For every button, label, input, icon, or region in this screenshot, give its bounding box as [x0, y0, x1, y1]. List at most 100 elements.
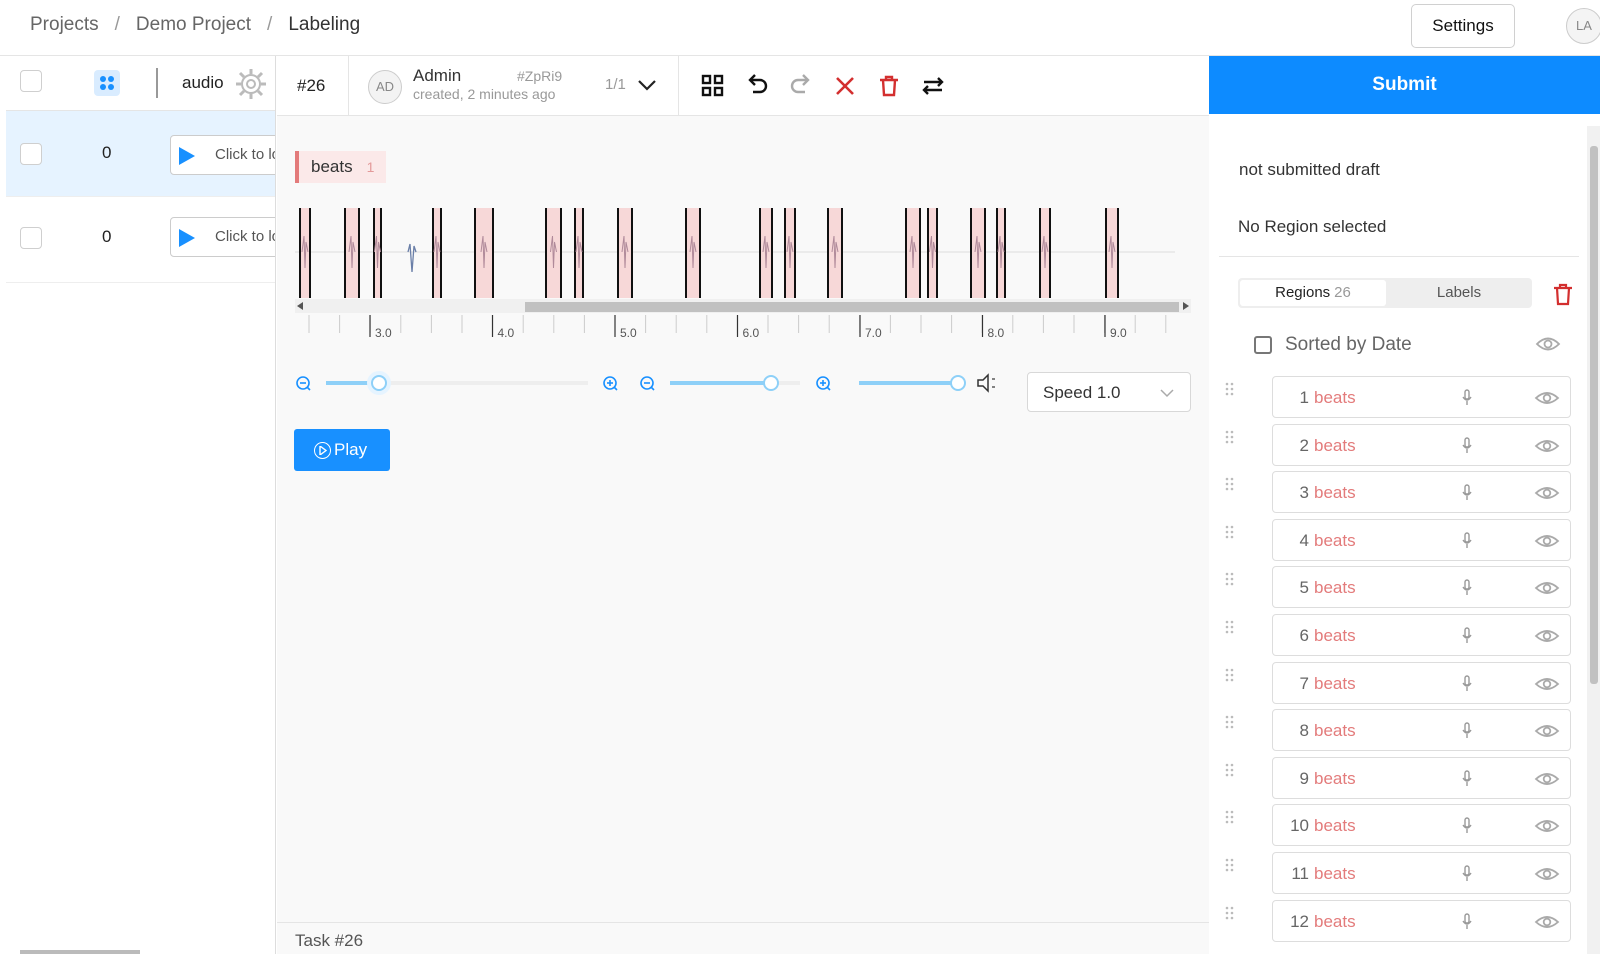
breadcrumb-current: Labeling	[288, 14, 361, 35]
region-label: beats	[1314, 864, 1356, 883]
scroll-left-icon[interactable]	[297, 302, 305, 310]
gear-icon[interactable]	[226, 64, 275, 104]
zoom-in-icon[interactable]	[603, 376, 618, 391]
eye-icon[interactable]	[1534, 913, 1560, 931]
drag-handle-icon[interactable]	[1225, 430, 1235, 446]
eye-icon[interactable]	[1534, 817, 1560, 835]
drag-handle-icon[interactable]	[1225, 477, 1235, 493]
drag-handle-icon[interactable]	[1225, 382, 1235, 398]
undo-icon[interactable]	[743, 72, 771, 100]
task-row[interactable]: 0 Click to load	[6, 197, 275, 283]
region-number: 8	[1299, 721, 1309, 741]
vertical-scrollbar[interactable]	[1587, 126, 1600, 954]
play-icon[interactable]	[179, 147, 195, 165]
select-all-checkbox[interactable]	[20, 70, 42, 92]
breadcrumb-separator: /	[267, 14, 273, 35]
eye-icon[interactable]	[1534, 722, 1560, 740]
sort-icon[interactable]	[1254, 336, 1272, 354]
label-beats[interactable]: beats 1	[295, 151, 387, 183]
scroll-thumb[interactable]	[525, 302, 1179, 312]
zoom-slider[interactable]	[326, 371, 588, 395]
drag-handle-icon[interactable]	[1225, 810, 1235, 826]
eye-icon[interactable]	[1534, 675, 1560, 693]
drag-handle-icon[interactable]	[1225, 668, 1235, 684]
eye-icon[interactable]	[1534, 865, 1560, 883]
region-item[interactable]: 9 beats	[1272, 756, 1571, 799]
settings-button[interactable]: Settings	[1411, 4, 1515, 48]
eye-icon[interactable]	[1535, 334, 1561, 354]
region-number: 10	[1290, 816, 1309, 836]
top-bar: Projects / Demo Project / Labeling Setti…	[0, 0, 1600, 56]
task-row[interactable]: 0 Click to load	[6, 111, 275, 197]
volume-icon[interactable]	[977, 373, 995, 393]
row-checkbox[interactable]	[20, 227, 42, 249]
submit-button[interactable]: Submit	[1209, 56, 1600, 114]
region-item[interactable]: 7 beats	[1272, 661, 1571, 704]
drag-handle-icon[interactable]	[1225, 906, 1235, 922]
delete-all-regions-icon[interactable]	[1551, 281, 1575, 307]
waveform-zoom-in-icon[interactable]	[816, 376, 831, 391]
annotator-name: Admin	[413, 66, 462, 85]
annotation-toolbar: #26 AD Admin #ZpRi9 created, 2 minutes a…	[277, 56, 1209, 116]
drag-handle-icon[interactable]	[1225, 763, 1235, 779]
tab-regions[interactable]: Regions 26	[1240, 280, 1386, 306]
region-item[interactable]: 1 beats	[1272, 376, 1571, 418]
drag-handle-icon[interactable]	[1225, 715, 1235, 731]
swap-icon[interactable]	[919, 72, 947, 100]
drag-handle-icon[interactable]	[1225, 525, 1235, 541]
columns-icon[interactable]	[94, 70, 120, 96]
redo-icon[interactable]	[787, 72, 815, 100]
region-item[interactable]: 4 beats	[1272, 518, 1571, 561]
trash-icon[interactable]	[875, 72, 903, 100]
waveform-zoom-slider[interactable]	[670, 375, 800, 391]
play-circle-icon	[314, 442, 331, 459]
column-header-audio[interactable]: audio	[182, 73, 224, 93]
volume-slider[interactable]	[859, 375, 966, 391]
waveform-zoom-out-icon[interactable]	[640, 376, 655, 391]
eye-icon[interactable]	[1534, 389, 1560, 407]
region-item[interactable]: 5 beats	[1272, 566, 1571, 609]
audio-player[interactable]: Click to load	[170, 135, 275, 175]
row-value: 0	[102, 143, 112, 162]
region-item[interactable]: 10 beats	[1272, 804, 1571, 847]
region-item[interactable]: 8 beats	[1272, 709, 1571, 752]
eye-icon[interactable]	[1534, 579, 1560, 597]
tab-labels[interactable]: Labels	[1386, 280, 1532, 306]
breadcrumb-projects[interactable]: Projects	[30, 14, 99, 36]
chevron-down-icon[interactable]	[637, 78, 657, 92]
sort-label[interactable]: Sorted by Date	[1285, 334, 1412, 356]
divider	[348, 56, 349, 116]
audio-player[interactable]: Click to load	[170, 217, 275, 257]
region-item[interactable]: 11 beats	[1272, 852, 1571, 894]
region-label: beats	[1314, 768, 1356, 788]
zoom-out-icon[interactable]	[296, 376, 311, 391]
reset-x-icon[interactable]	[831, 72, 859, 100]
breadcrumb-project[interactable]: Demo Project	[136, 14, 251, 36]
play-icon[interactable]	[179, 229, 195, 247]
drag-handle-icon[interactable]	[1225, 620, 1235, 636]
scroll-thumb[interactable]	[1590, 146, 1598, 684]
eye-icon[interactable]	[1534, 484, 1560, 502]
grid-view-icon[interactable]	[699, 72, 727, 100]
user-avatar[interactable]: LA	[1566, 8, 1600, 44]
play-button[interactable]: Play	[294, 429, 390, 471]
drag-handle-icon[interactable]	[1225, 858, 1235, 874]
waveform-scrollbar[interactable]	[295, 299, 1191, 313]
timeline-tick-label: 9.0	[1110, 326, 1127, 340]
task-list-panel: audio 0 Click to load 0 Click to load	[6, 56, 276, 954]
region-item[interactable]: 12 beats	[1272, 899, 1571, 942]
eye-icon[interactable]	[1534, 437, 1560, 455]
speed-select[interactable]: Speed 1.0	[1027, 372, 1191, 412]
row-checkbox[interactable]	[20, 143, 42, 165]
region-item[interactable]: 2 beats	[1272, 423, 1571, 466]
scroll-right-icon[interactable]	[1181, 302, 1189, 310]
drag-handle-icon[interactable]	[1225, 572, 1235, 588]
region-item[interactable]: 3 beats	[1272, 471, 1571, 514]
region-item[interactable]: 6 beats	[1272, 614, 1571, 656]
eye-icon[interactable]	[1534, 532, 1560, 550]
eye-icon[interactable]	[1534, 770, 1560, 788]
region-number: 12	[1290, 911, 1309, 931]
eye-icon[interactable]	[1534, 627, 1560, 645]
horizontal-scrollbar[interactable]	[20, 950, 140, 954]
audio-waveform[interactable]	[295, 206, 1195, 306]
